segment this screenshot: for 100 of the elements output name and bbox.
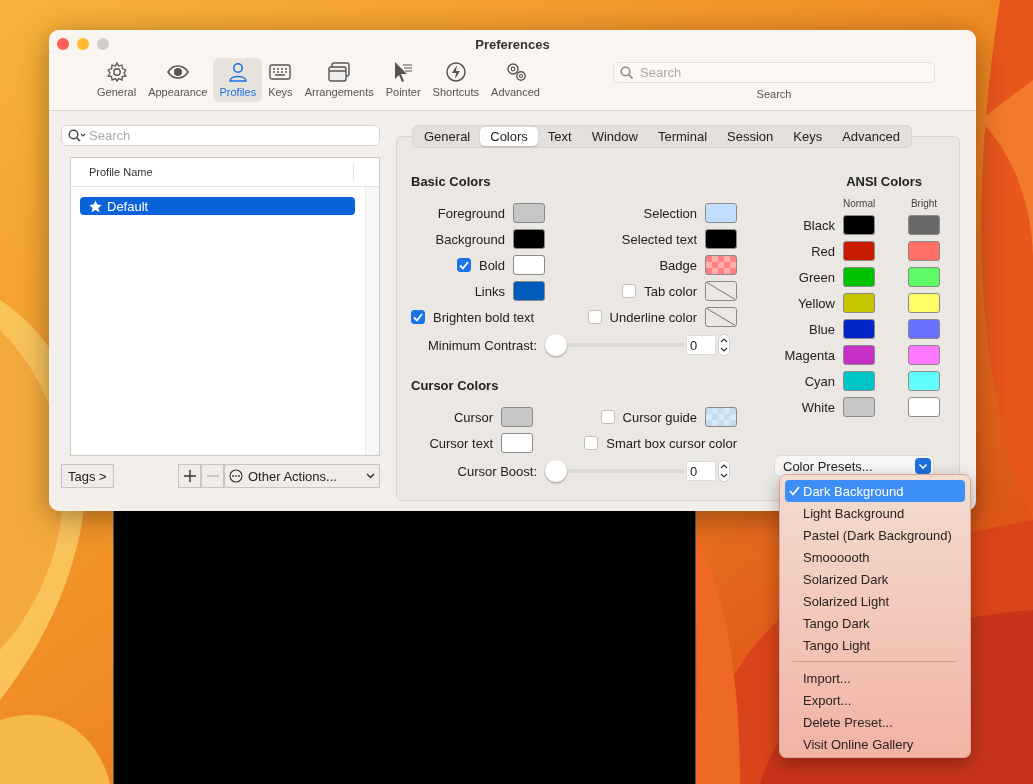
tab[interactable]: Window xyxy=(581,127,648,146)
color-label: Selection xyxy=(643,205,697,221)
slider-handle[interactable] xyxy=(545,460,567,482)
checkbox[interactable] xyxy=(622,284,637,298)
color-well[interactable] xyxy=(908,397,940,417)
menu-item[interactable]: Smoooooth xyxy=(785,546,965,568)
tags-button[interactable]: Tags > xyxy=(61,464,114,488)
color-well[interactable] xyxy=(501,407,533,427)
tab[interactable]: Colors xyxy=(480,127,538,146)
tab[interactable]: General xyxy=(414,127,481,146)
color-well[interactable] xyxy=(705,281,737,301)
color-label: Red xyxy=(810,243,835,259)
color-well[interactable] xyxy=(705,407,737,427)
color-well[interactable] xyxy=(843,319,875,339)
color-well[interactable] xyxy=(513,203,545,223)
search-icon xyxy=(620,66,633,79)
number-field[interactable]: 0 xyxy=(686,335,716,355)
color-presets-dropdown[interactable]: Color Presets... xyxy=(775,456,933,476)
menu-item[interactable]: Export... xyxy=(785,689,965,711)
profile-row[interactable]: Default xyxy=(80,197,355,215)
color-well[interactable] xyxy=(843,371,875,391)
checkbox[interactable] xyxy=(411,310,425,324)
slider-handle[interactable] xyxy=(545,334,567,356)
menu-item[interactable]: Delete Preset... xyxy=(785,711,965,733)
tab[interactable]: Text xyxy=(537,127,582,146)
slider[interactable] xyxy=(545,459,685,483)
other-actions-dropdown[interactable]: Other Actions... xyxy=(224,464,380,488)
column-header[interactable]: Profile Name xyxy=(89,166,153,178)
color-well[interactable] xyxy=(705,255,737,275)
toolbar-tab[interactable]: Pointer xyxy=(379,58,427,102)
color-label: Badge xyxy=(659,257,697,273)
color-label: Black xyxy=(802,217,835,233)
gears-icon xyxy=(504,61,527,83)
color-label: Underline color xyxy=(609,309,697,325)
checkbox[interactable] xyxy=(584,436,599,450)
menu-item[interactable]: Import... xyxy=(785,667,965,689)
color-well[interactable] xyxy=(501,433,533,453)
add-button[interactable] xyxy=(178,464,201,488)
search-field[interactable]: Search xyxy=(613,62,935,83)
toolbar-tab[interactable]: Appearance xyxy=(142,58,214,102)
color-well[interactable] xyxy=(705,229,737,249)
toolbar-tab[interactable]: Keys xyxy=(262,58,299,102)
slider-label: Cursor Boost: xyxy=(456,463,538,479)
menu-item[interactable]: Pastel (Dark Background) xyxy=(785,524,965,546)
keyboard-icon xyxy=(269,61,292,83)
menu-item[interactable]: Visit Online Gallery xyxy=(785,733,965,755)
zoom-button[interactable] xyxy=(97,38,109,50)
color-well[interactable] xyxy=(843,215,875,235)
color-label: Smart box cursor color xyxy=(606,435,737,451)
menu-item[interactable]: Solarized Light xyxy=(785,590,965,612)
color-well[interactable] xyxy=(705,203,737,223)
toolbar-tab[interactable]: General xyxy=(91,58,143,102)
minimize-button[interactable] xyxy=(77,38,89,50)
color-well[interactable] xyxy=(843,345,875,365)
color-well[interactable] xyxy=(843,293,875,313)
stepper-icon[interactable] xyxy=(718,334,730,356)
menu-item[interactable]: Tango Light xyxy=(785,634,965,656)
color-well[interactable] xyxy=(908,267,940,287)
section-heading: Cursor Colors xyxy=(411,378,500,395)
color-well[interactable] xyxy=(908,319,940,339)
toolbar-tab[interactable]: Arrangements xyxy=(298,58,380,102)
color-well[interactable] xyxy=(513,255,545,275)
close-button[interactable] xyxy=(57,38,69,50)
slider[interactable] xyxy=(545,333,685,357)
color-label: Cursor xyxy=(454,409,493,425)
section-heading: ANSI Colors xyxy=(845,174,923,191)
menu-item[interactable]: Solarized Dark xyxy=(785,568,965,590)
color-well[interactable] xyxy=(705,307,737,327)
tab[interactable]: Keys xyxy=(783,127,833,146)
toolbar-tab[interactable]: Shortcuts xyxy=(426,58,486,102)
tab[interactable]: Terminal xyxy=(647,127,718,146)
stepper-icon[interactable] xyxy=(718,460,730,482)
menu-item[interactable]: Light Background xyxy=(785,502,965,524)
checkbox[interactable] xyxy=(587,310,602,324)
checkbox[interactable] xyxy=(600,410,615,424)
toolbar-tab[interactable]: Profiles xyxy=(213,58,263,102)
color-well[interactable] xyxy=(843,397,875,417)
color-well[interactable] xyxy=(908,215,940,235)
caret-icon xyxy=(366,473,375,479)
search-menu-icon[interactable] xyxy=(68,129,86,142)
color-well[interactable] xyxy=(908,241,940,261)
number-field[interactable]: 0 xyxy=(686,461,716,481)
color-well[interactable] xyxy=(908,293,940,313)
color-well[interactable] xyxy=(908,345,940,365)
color-well[interactable] xyxy=(843,241,875,261)
tab[interactable]: Session xyxy=(717,127,784,146)
color-label: Magenta xyxy=(783,347,835,363)
search-field[interactable]: Search xyxy=(61,125,380,146)
plus-icon xyxy=(183,470,196,482)
checkbox[interactable] xyxy=(456,258,471,272)
search-label: Search xyxy=(756,88,792,100)
color-well[interactable] xyxy=(513,281,545,301)
windows-icon xyxy=(328,61,351,83)
tab[interactable]: Advanced xyxy=(832,127,911,146)
lightning-icon xyxy=(444,61,467,83)
color-well[interactable] xyxy=(513,229,545,249)
color-well[interactable] xyxy=(843,267,875,287)
toolbar-tab[interactable]: Advanced xyxy=(485,58,546,102)
menu-item[interactable]: Tango Dark xyxy=(785,612,965,634)
color-well[interactable] xyxy=(908,371,940,391)
